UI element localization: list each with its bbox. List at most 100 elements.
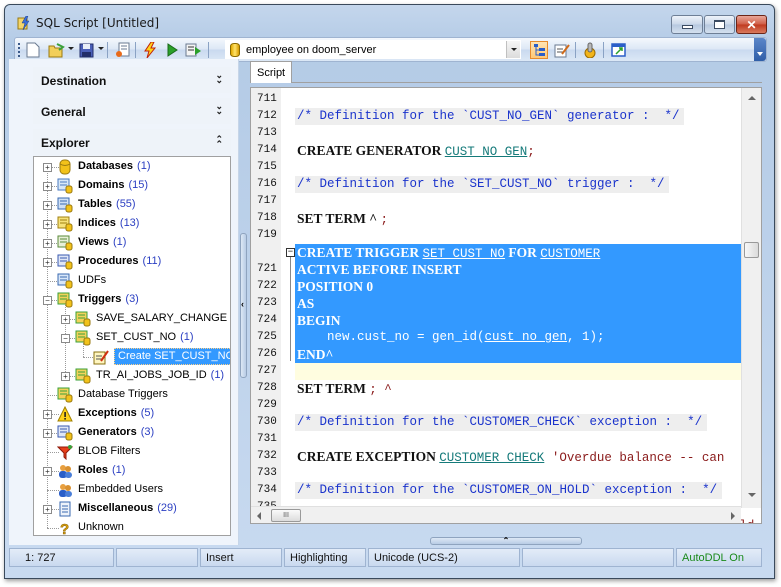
- vertical-scroll-thumb[interactable]: [744, 242, 759, 258]
- tree-item-label[interactable]: SET_CUST_NO (1): [96, 331, 194, 343]
- tree-item[interactable]: + Generators (3): [34, 424, 230, 442]
- database-select[interactable]: employee on doom_server: [225, 40, 521, 59]
- tab-script[interactable]: Script: [250, 61, 292, 83]
- code-line[interactable]: 719: [251, 227, 741, 244]
- code-line[interactable]: 717: [251, 193, 741, 210]
- code-line[interactable]: 721 ACTIVE BEFORE INSERT: [251, 261, 741, 278]
- panel-splitter[interactable]: ‹: [240, 233, 247, 378]
- tree-item[interactable]: − SET_CUST_NO (1): [34, 329, 230, 347]
- tree-item-label[interactable]: Roles (1): [78, 464, 125, 476]
- tree-item[interactable]: + Views (1): [34, 234, 230, 252]
- code-line[interactable]: 722 POSITION 0: [251, 278, 741, 295]
- expand-up-icon[interactable]: ⌃: [503, 536, 510, 545]
- code-line[interactable]: 734 /* Definition for the `CUSTOMER_ON_HO…: [251, 482, 741, 499]
- tree-item-label[interactable]: UDFs: [78, 274, 106, 286]
- open-dropdown-arrow[interactable]: [68, 47, 74, 50]
- code-line[interactable]: 723 AS: [251, 295, 741, 312]
- tree-item[interactable]: ? Unknown: [34, 519, 230, 535]
- collapse-left-icon[interactable]: ‹: [241, 299, 244, 309]
- code-line[interactable]: 726 END^: [251, 346, 741, 363]
- execute-button[interactable]: [141, 41, 159, 59]
- new-script-button[interactable]: [24, 41, 42, 59]
- toolbar-overflow-button[interactable]: [754, 38, 766, 61]
- expand-icon[interactable]: +: [61, 372, 70, 381]
- expand-icon[interactable]: +: [43, 505, 52, 514]
- tree-item-label[interactable]: Tables (55): [78, 198, 136, 210]
- tree-item-label[interactable]: Domains (15): [78, 179, 148, 191]
- code-line[interactable]: 733: [251, 465, 741, 482]
- scroll-left-icon[interactable]: [257, 512, 261, 520]
- run-step-button[interactable]: [184, 41, 202, 59]
- code-line[interactable]: 732 CREATE EXCEPTION CUSTOMER CHECK 'Over…: [251, 448, 741, 465]
- tree-item-label[interactable]: SAVE_SALARY_CHANGE(1): [96, 312, 230, 324]
- tree-item[interactable]: Create SET_CUST_NO: [34, 348, 230, 366]
- tree-item[interactable]: + Databases (1): [34, 158, 230, 176]
- tree-item[interactable]: BLOB Filters: [34, 443, 230, 461]
- code-line[interactable]: 716 /* Definition for the `SET_CUST_NO` t…: [251, 176, 741, 193]
- expand-icon[interactable]: +: [43, 258, 52, 267]
- tree-item-label[interactable]: Views (1): [78, 236, 126, 248]
- collapse-icon[interactable]: −: [43, 296, 52, 305]
- expand-icon[interactable]: +: [43, 220, 52, 229]
- options-button[interactable]: [581, 41, 599, 59]
- tree-item[interactable]: + Domains (15): [34, 177, 230, 195]
- collapse-icon[interactable]: −: [61, 334, 70, 343]
- chevron-down-icon[interactable]: ⌄ ⌄: [215, 102, 223, 116]
- tree-item[interactable]: + Exceptions (5): [34, 405, 230, 423]
- expand-icon[interactable]: +: [43, 467, 52, 476]
- tree-item[interactable]: + Miscellaneous (29): [34, 500, 230, 518]
- save-button[interactable]: [77, 41, 95, 59]
- bottom-panel-splitter[interactable]: ⌃: [430, 537, 582, 545]
- tree-item-label[interactable]: BLOB Filters: [78, 445, 140, 457]
- tree-item-label[interactable]: Miscellaneous (29): [78, 502, 177, 514]
- toolbar-grip[interactable]: [18, 43, 20, 57]
- section-general[interactable]: General ⌄ ⌄: [33, 98, 231, 124]
- tree-item-label[interactable]: Procedures (11): [78, 255, 161, 267]
- tree-item-label[interactable]: Unknown: [78, 521, 124, 533]
- tree-item-label[interactable]: Create SET_CUST_NO: [114, 348, 230, 365]
- tree-item-label[interactable]: Triggers (3): [78, 293, 139, 305]
- horizontal-scrollbar[interactable]: III: [251, 506, 741, 523]
- open-button[interactable]: [47, 41, 65, 59]
- tree-item-label[interactable]: Embedded Users: [78, 483, 163, 495]
- restore-window-button[interactable]: [609, 41, 627, 59]
- code-line[interactable]: 728 SET TERM ; ^: [251, 380, 741, 397]
- chevron-down-icon[interactable]: ⌄ ⌄: [215, 71, 223, 85]
- code-line[interactable]: 727: [251, 363, 741, 380]
- save-dropdown-arrow[interactable]: [98, 47, 104, 50]
- expand-icon[interactable]: +: [43, 182, 52, 191]
- tree-item[interactable]: − Triggers (3): [34, 291, 230, 309]
- edit-button[interactable]: [553, 41, 571, 59]
- vertical-scrollbar[interactable]: [741, 88, 761, 508]
- section-destination[interactable]: Destination ⌄ ⌄: [33, 67, 231, 93]
- code-line[interactable]: 725 new.cust_no = gen_id(cust no gen, 1)…: [251, 329, 741, 346]
- expand-icon[interactable]: +: [43, 239, 52, 248]
- code-line[interactable]: 724 BEGIN: [251, 312, 741, 329]
- code-line[interactable]: 731: [251, 431, 741, 448]
- tree-item-label[interactable]: Databases (1): [78, 160, 151, 172]
- tree-item-label[interactable]: Database Triggers: [78, 388, 168, 400]
- close-button[interactable]: ✕: [736, 15, 767, 34]
- code-line[interactable]: 713: [251, 125, 741, 142]
- tree-item[interactable]: + SAVE_SALARY_CHANGE(1): [34, 310, 230, 328]
- tree-item[interactable]: Embedded Users: [34, 481, 230, 499]
- expand-icon[interactable]: +: [61, 315, 70, 324]
- expand-icon[interactable]: +: [43, 163, 52, 172]
- horizontal-scroll-thumb[interactable]: III: [271, 509, 301, 522]
- code-line[interactable]: 711: [251, 91, 741, 108]
- code-line[interactable]: 712 /* Definition for the `CUST_NO_GEN` g…: [251, 108, 741, 125]
- code-line[interactable]: 729: [251, 397, 741, 414]
- tree-item-label[interactable]: Indices (13): [78, 217, 139, 229]
- code-line[interactable]: 718 SET TERM ^ ;: [251, 210, 741, 227]
- chevron-up-icon[interactable]: ⌃ ⌃: [215, 135, 223, 149]
- explorer-toggle-button[interactable]: [530, 41, 548, 59]
- scroll-down-icon[interactable]: [748, 493, 756, 497]
- tree-item[interactable]: + Procedures (11): [34, 253, 230, 271]
- maximize-button[interactable]: [704, 15, 735, 34]
- scroll-up-icon[interactable]: [748, 96, 756, 100]
- script-properties-button[interactable]: [113, 41, 131, 59]
- code-line[interactable]: 730 /* Definition for the `CUSTOMER_CHECK…: [251, 414, 741, 431]
- code-editor[interactable]: 711 712 /* Definition for the `CUST_NO_GEN…: [250, 87, 762, 524]
- tree-item[interactable]: + TR_AI_JOBS_JOB_ID (1): [34, 367, 230, 385]
- run-button[interactable]: [163, 41, 181, 59]
